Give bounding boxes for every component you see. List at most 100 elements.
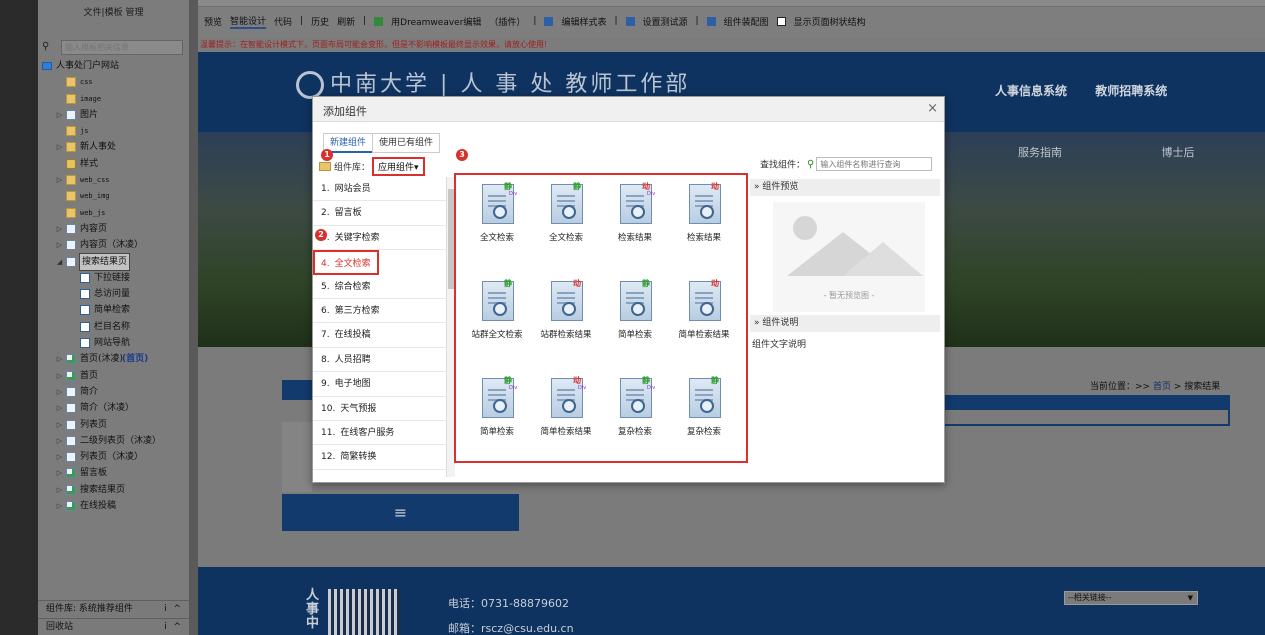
tree-item[interactable]: 下拉链接: [38, 270, 189, 286]
tree-item[interactable]: css: [38, 74, 189, 90]
sidebar-search: ⚲: [41, 40, 186, 55]
expand-toggle-icon[interactable]: ▷: [56, 139, 63, 155]
tree-item[interactable]: 网站导航: [38, 335, 189, 351]
hamburger-menu-icon[interactable]: ≡: [282, 494, 519, 531]
expand-toggle-icon[interactable]: ▷: [56, 417, 63, 433]
refresh-button[interactable]: 刷新: [337, 15, 355, 28]
category-item[interactable]: 10. 天气预报: [313, 397, 446, 421]
category-item[interactable]: 6. 第三方检索: [313, 299, 446, 324]
component-card[interactable]: 动检索结果: [671, 180, 737, 252]
nav-link-service-guide[interactable]: 服务指南: [1018, 146, 1062, 159]
expand-toggle-icon[interactable]: ◢: [56, 254, 63, 270]
category-item[interactable]: 9. 电子地图: [313, 372, 446, 397]
component-card[interactable]: 静复杂检索: [671, 374, 737, 446]
component-card[interactable]: 静 Div 全文检索: [464, 180, 530, 252]
category-item[interactable]: 5. 综合检索: [313, 275, 446, 299]
library-dropdown[interactable]: 应用组件▾: [372, 157, 425, 176]
component-assembly-link[interactable]: 组件装配图: [706, 15, 769, 28]
set-test-source-link[interactable]: 设置测试源: [625, 15, 688, 28]
tab-strip: [198, 0, 1265, 7]
component-card[interactable]: 静全文检索: [533, 180, 599, 252]
dreamweaver-edit-link[interactable]: 用Dreamweaver编辑: [374, 15, 481, 28]
component-card[interactable]: 静简单检索: [602, 277, 668, 349]
edit-stylesheet-link[interactable]: 编辑样式表: [544, 15, 606, 28]
tree-item[interactable]: ▷ 内容页: [38, 221, 189, 237]
expand-toggle-icon[interactable]: ▷: [56, 400, 63, 416]
tree-item[interactable]: js: [38, 123, 189, 139]
expand-toggle-icon[interactable]: ▷: [56, 351, 63, 367]
tree-item[interactable]: ▷ 二级列表页（沐凌）: [38, 433, 189, 449]
tree-item[interactable]: ▷ 首页(沐凌) (首页): [38, 351, 189, 367]
category-item[interactable]: 7. 在线投稿: [313, 323, 446, 348]
tree-item[interactable]: ▷ 新人事处: [38, 139, 189, 155]
close-icon[interactable]: ×: [927, 101, 938, 116]
component-card[interactable]: 动 Div 检索结果: [602, 180, 668, 252]
tree-item[interactable]: ▷ 留言板: [38, 465, 189, 481]
tree-item[interactable]: 人事处门户网站: [38, 58, 189, 74]
category-item[interactable]: 1. 网站会员: [313, 177, 446, 202]
history-button[interactable]: 历史: [311, 15, 329, 28]
component-card[interactable]: 静 Div 复杂检索: [602, 374, 668, 446]
nav-link-recruit-system[interactable]: 教师招聘系统: [1095, 84, 1167, 98]
nav-link-hr-system[interactable]: 人事信息系统: [995, 84, 1067, 98]
expand-toggle-icon[interactable]: ▷: [56, 433, 63, 449]
tree-item[interactable]: ▷ 列表页（沐凌）: [38, 449, 189, 465]
expand-toggle-icon[interactable]: ▷: [56, 482, 63, 498]
expand-toggle-icon[interactable]: ▷: [56, 172, 63, 188]
tree-item[interactable]: 栏目名称: [38, 319, 189, 335]
tab-code[interactable]: 代码: [274, 15, 292, 28]
expand-toggle-icon[interactable]: ▷: [56, 221, 63, 237]
tree-item[interactable]: ▷ 图片: [38, 107, 189, 123]
tree-item[interactable]: ▷ 简介（沐凌）: [38, 400, 189, 416]
expand-toggle-icon[interactable]: ▷: [56, 107, 63, 123]
component-card[interactable]: 静站群全文检索: [464, 277, 530, 349]
checkbox-icon[interactable]: [776, 17, 786, 26]
expand-toggle-icon[interactable]: ▷: [56, 384, 63, 400]
tree-item[interactable]: ▷ 列表页: [38, 417, 189, 433]
template-search-input[interactable]: [61, 40, 183, 55]
tree-item[interactable]: web_js: [38, 205, 189, 221]
component-search-input[interactable]: [816, 157, 933, 171]
tree-item[interactable]: image: [38, 91, 189, 107]
component-card[interactable]: 动站群检索结果: [533, 277, 599, 349]
category-item[interactable]: 12. 简繁转换: [313, 445, 446, 470]
expand-toggle-icon[interactable]: ▷: [56, 498, 63, 514]
tab-preview[interactable]: 预览: [204, 15, 222, 28]
component-card[interactable]: 静 Div 简单检索: [464, 374, 530, 446]
tab-existing-component[interactable]: 使用已有组件: [372, 133, 441, 153]
recycle-bin-footer[interactable]: 回收站 i ^: [38, 618, 189, 635]
tab-smart-design[interactable]: 智能设计: [230, 14, 267, 29]
expand-toggle-icon[interactable]: ▷: [56, 237, 63, 253]
component-library-footer[interactable]: 组件库: 系统推荐组件 i ^: [38, 600, 189, 617]
expand-toggle-icon[interactable]: ▷: [56, 449, 63, 465]
category-item[interactable]: 11. 在线客户服务: [313, 421, 446, 446]
show-page-tree-checkbox[interactable]: 显示页面树状结构: [776, 15, 866, 28]
tree-item[interactable]: ▷ 搜索结果页: [38, 482, 189, 498]
tree-item[interactable]: ▷ 首页: [38, 368, 189, 384]
tree-item[interactable]: web_img: [38, 188, 189, 204]
tree-item[interactable]: 样式: [38, 156, 189, 172]
tree-item[interactable]: 总访问量: [38, 286, 189, 302]
component-name: 简单检索: [617, 330, 652, 340]
plugin-link[interactable]: （插件）: [489, 15, 525, 28]
category-item[interactable]: 8. 人员招聘: [313, 348, 446, 373]
component-card[interactable]: 动简单检索结果: [671, 277, 737, 349]
tree-item[interactable]: ◢ 搜索结果页: [38, 252, 189, 271]
footer-controls-icon[interactable]: i ^: [164, 619, 183, 635]
search-icon[interactable]: ⚲: [807, 159, 814, 170]
tree-item[interactable]: ▷ 简介: [38, 384, 189, 400]
related-links-select[interactable]: --相关链接-- ▼: [1064, 591, 1198, 605]
footer-controls-icon[interactable]: i ^: [164, 601, 183, 618]
category-item[interactable]: 3.关键字检索: [313, 226, 446, 251]
nav-link-postdoc[interactable]: 博士后: [1162, 146, 1195, 159]
category-item[interactable]: 4. 全文检索: [313, 250, 379, 275]
expand-toggle-icon[interactable]: ▷: [56, 368, 63, 384]
expand-toggle-icon[interactable]: ▷: [56, 465, 63, 481]
tree-item[interactable]: ▷ 内容页（沐凌）: [38, 237, 189, 253]
category-item[interactable]: 2. 留言板: [313, 201, 446, 226]
tree-item[interactable]: ▷ 在线投稿: [38, 498, 189, 514]
breadcrumb-home[interactable]: 首页: [1153, 382, 1171, 392]
tree-item[interactable]: 简单检索: [38, 302, 189, 318]
component-card[interactable]: 动 Div 简单检索结果: [533, 374, 599, 446]
tree-item[interactable]: ▷ web_css: [38, 172, 189, 188]
